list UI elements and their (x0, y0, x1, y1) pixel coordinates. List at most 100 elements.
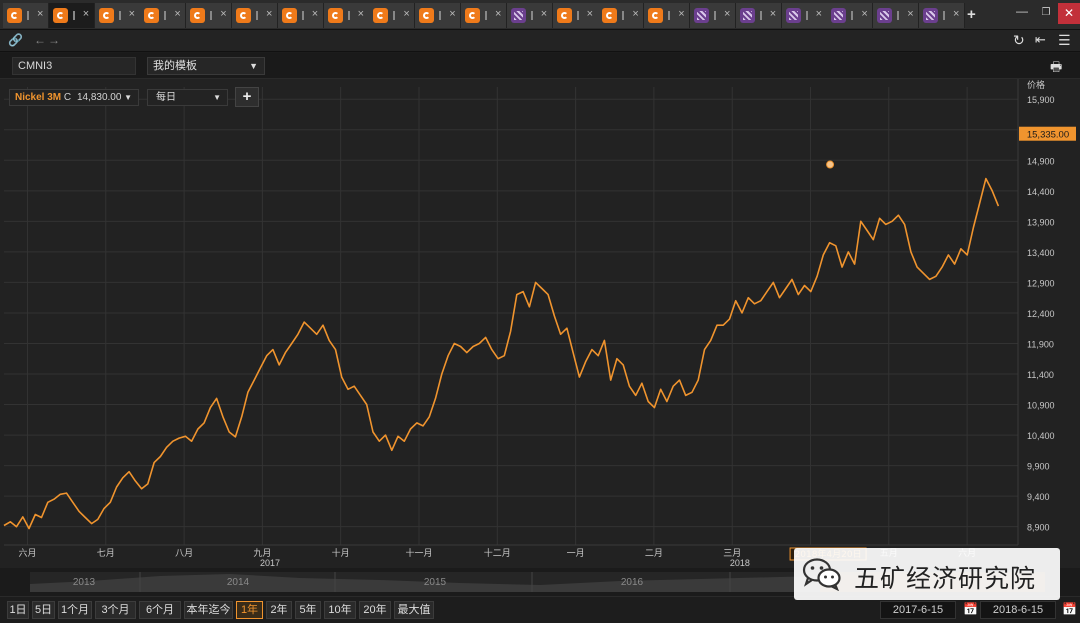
tab-label (805, 11, 808, 20)
range-button[interactable]: 10年 (324, 601, 356, 619)
series-selector[interactable]: Nickel 3M C 14,830.00 ▼ (9, 89, 139, 106)
app-tab[interactable]: × (3, 3, 49, 28)
app-tab[interactable]: × (735, 3, 782, 28)
orange-app-icon (52, 8, 68, 23)
close-tab-icon[interactable]: × (174, 8, 180, 20)
link-icon[interactable]: 🔗 (8, 33, 23, 47)
purple-app-icon (739, 8, 755, 23)
tab-label (530, 11, 533, 20)
menu-icon[interactable]: ☰ (1058, 32, 1071, 49)
purple-app-icon (694, 8, 709, 23)
app-tab[interactable]: × (369, 3, 416, 28)
y-tick-label: 9,400 (1027, 492, 1050, 502)
back-arrow-icon[interactable]: ← (34, 33, 46, 47)
forward-arrow-icon[interactable]: → (48, 33, 60, 47)
app-tab[interactable]: × (415, 3, 462, 28)
range-button[interactable]: 3个月 (95, 601, 136, 619)
instrument-code-input[interactable]: CMNI3 (12, 57, 136, 75)
close-tab-icon[interactable]: × (678, 8, 684, 20)
template-dropdown[interactable]: 我的模板 ▼ (147, 57, 265, 75)
app-tab[interactable]: × (690, 3, 736, 28)
app-tab[interactable]: × (48, 3, 95, 28)
close-tab-icon[interactable]: × (861, 8, 867, 20)
range-button[interactable]: 1日 (7, 601, 29, 619)
close-tab-icon[interactable]: × (724, 8, 730, 20)
close-tab-icon[interactable]: × (907, 8, 913, 20)
add-tab-button[interactable]: + (967, 6, 976, 23)
minimize-button[interactable]: — (1012, 4, 1032, 22)
range-button[interactable]: 20年 (359, 601, 391, 619)
tab-strip: × × × × × × × × × × × × × × × × × × × × × + — ❐ ✕ (0, 0, 1080, 30)
app-tab[interactable]: × (186, 3, 233, 28)
template-dropdown-label: 我的模板 (153, 60, 197, 72)
app-tab[interactable]: × (94, 3, 141, 28)
chevron-down-icon: ▼ (213, 93, 221, 102)
close-tab-icon[interactable]: × (587, 8, 593, 20)
range-button[interactable]: 5年 (295, 601, 321, 619)
tab-label (851, 11, 854, 20)
close-tab-icon[interactable]: × (266, 8, 272, 20)
maximize-button[interactable]: ❐ (1036, 4, 1056, 22)
close-tab-icon[interactable]: × (403, 8, 409, 20)
range-button[interactable]: 最大值 (394, 601, 434, 619)
app-tab[interactable]: × (461, 3, 507, 28)
range-button[interactable]: 1个月 (58, 601, 92, 619)
range-button[interactable]: 2年 (266, 601, 292, 619)
app-tab[interactable]: × (781, 3, 828, 28)
tab-label (576, 11, 579, 20)
close-tab-icon[interactable]: × (312, 8, 318, 20)
app-tab[interactable]: × (506, 3, 553, 28)
close-tab-icon[interactable]: × (449, 8, 455, 20)
calendar-icon[interactable]: 📅 (1062, 602, 1077, 616)
chart-area[interactable]: 8,900 9,400 9,900 10,400 10,900 11,400 11,900 1… (0, 79, 1080, 568)
app-tab[interactable]: × (232, 3, 278, 28)
series-name: Nickel 3M (15, 92, 62, 103)
navigator-year-label: 2016 (621, 577, 644, 588)
app-tab[interactable]: × (919, 3, 965, 28)
app-tab[interactable]: × (277, 3, 324, 28)
interval-dropdown[interactable]: 每日 ▼ (147, 89, 228, 106)
y-tick-label: 9,900 (1027, 462, 1050, 472)
close-tab-icon[interactable]: × (495, 8, 501, 20)
range-button[interactable]: 6个月 (139, 601, 181, 619)
range-button[interactable]: 本年迄今 (184, 601, 233, 619)
price-chart[interactable]: 8,900 9,400 9,900 10,400 10,900 11,400 11,900 1… (0, 79, 1080, 568)
print-icon[interactable]: 🖶 (1050, 58, 1062, 80)
range-button[interactable]: 1年 (236, 601, 263, 619)
range-button[interactable]: 5日 (32, 601, 55, 619)
orange-app-icon (648, 8, 664, 23)
series-price-type: C (63, 92, 72, 103)
close-tab-icon[interactable]: × (816, 8, 822, 20)
y-tick-label: 10,900 (1027, 401, 1055, 411)
close-tab-icon[interactable]: × (129, 8, 135, 20)
app-tab[interactable]: × (598, 3, 645, 28)
app-tab[interactable]: × (873, 3, 920, 28)
close-window-button[interactable]: ✕ (1058, 3, 1080, 24)
orange-app-icon (236, 8, 251, 23)
share-icon[interactable]: ⇤ (1035, 32, 1046, 48)
close-tab-icon[interactable]: × (358, 8, 364, 20)
start-date-field[interactable]: 2017-6-15 (880, 601, 956, 619)
app-tab[interactable]: × (827, 3, 874, 28)
tab-label (943, 11, 945, 20)
app-tab[interactable]: × (140, 3, 187, 28)
close-tab-icon[interactable]: × (770, 8, 776, 20)
close-tab-icon[interactable]: × (541, 8, 547, 20)
tab-label (72, 11, 75, 20)
close-tab-icon[interactable]: × (83, 8, 89, 20)
app-tab[interactable]: × (323, 3, 370, 28)
tab-label (668, 11, 671, 20)
app-tab[interactable]: × (552, 3, 599, 28)
app-tab[interactable]: × (644, 3, 691, 28)
close-tab-icon[interactable]: × (220, 8, 226, 20)
end-date-field[interactable]: 2018-6-15 (980, 601, 1056, 619)
add-series-button[interactable]: + (235, 87, 259, 107)
orange-app-icon (419, 8, 435, 23)
watermark-text: 五矿经济研究院 (854, 564, 1037, 593)
calendar-icon[interactable]: 📅 (963, 602, 978, 616)
refresh-icon[interactable]: ↻ (1013, 32, 1025, 49)
close-tab-icon[interactable]: × (632, 8, 638, 20)
close-tab-icon[interactable]: × (37, 8, 43, 20)
close-tab-icon[interactable]: × (953, 8, 959, 20)
y-tick-label: 11,400 (1027, 370, 1054, 380)
